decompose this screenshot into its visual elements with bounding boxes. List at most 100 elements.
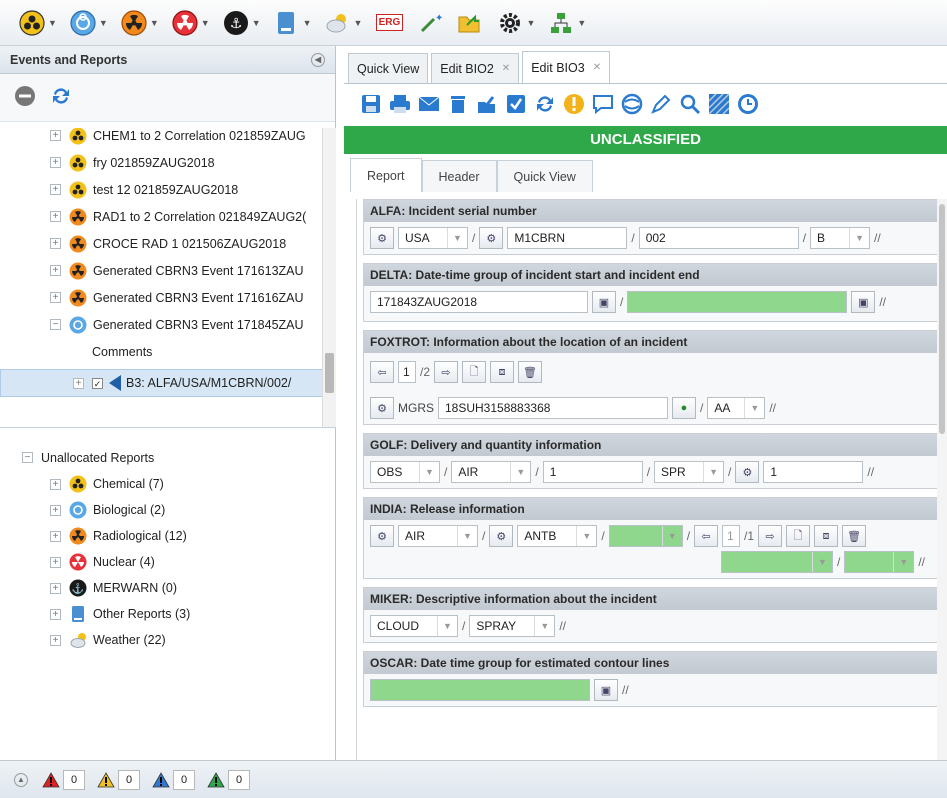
serial-input[interactable]: 002 bbox=[638, 227, 799, 249]
alert-counter[interactable]: 0 bbox=[152, 769, 195, 790]
event-row[interactable]: + CROCE RAD 1 021506ZAUG2018 bbox=[50, 230, 336, 257]
expand-toggle[interactable]: + bbox=[50, 556, 61, 568]
calendar-icon[interactable]: ▣ bbox=[592, 291, 616, 313]
expand-toggle[interactable]: + bbox=[50, 504, 61, 516]
alert-counter[interactable]: 0 bbox=[42, 769, 85, 790]
page-input[interactable]: 1 bbox=[398, 361, 416, 383]
link-button[interactable]: ⚙ bbox=[479, 227, 504, 249]
collapse-toggle[interactable]: − bbox=[22, 452, 33, 463]
kind-select[interactable]: SPRAY ▼ bbox=[469, 615, 556, 637]
delete-button[interactable]: 🗑 bbox=[518, 361, 543, 383]
delete-button[interactable]: 🗑 bbox=[842, 525, 867, 547]
tab-header[interactable]: Header bbox=[421, 160, 497, 192]
refresh-icon[interactable] bbox=[534, 93, 556, 115]
unallocated-category[interactable]: + Other Reports (3) bbox=[50, 601, 336, 627]
start-dtg-input[interactable]: 171843ZAUG2018 bbox=[370, 291, 588, 313]
refresh-icon[interactable] bbox=[50, 85, 72, 110]
tab-edit-bio2[interactable]: Edit BIO2 ✕ bbox=[431, 53, 520, 83]
page-input[interactable]: 1 bbox=[722, 525, 741, 547]
release-agent-select[interactable]: ▼ bbox=[608, 525, 683, 547]
warning-icon[interactable] bbox=[563, 93, 585, 115]
event-row[interactable]: + Generated CBRN3 Event 171613ZAU bbox=[50, 257, 336, 284]
print-icon[interactable] bbox=[389, 93, 411, 115]
unallocated-root[interactable]: − Unallocated Reports bbox=[0, 444, 336, 471]
network-menu-button[interactable]: ▼ bbox=[547, 9, 586, 37]
contour-dtg-input[interactable] bbox=[370, 679, 590, 701]
settings-menu-button[interactable]: ▼ bbox=[496, 9, 535, 37]
add-page-button[interactable]: 🗋 bbox=[786, 525, 811, 547]
calendar-icon[interactable]: ▣ bbox=[851, 291, 876, 313]
delivery-select[interactable]: AIR ▼ bbox=[451, 461, 532, 483]
number-input[interactable]: 1 bbox=[763, 461, 864, 483]
observation-select[interactable]: OBS ▼ bbox=[370, 461, 440, 483]
hatch-icon[interactable] bbox=[708, 93, 730, 115]
merwarn-menu-button[interactable]: ⚓ ▼ bbox=[222, 9, 261, 37]
expand-toggle[interactable]: + bbox=[50, 608, 61, 620]
release-height-select[interactable]: AIR ▼ bbox=[398, 525, 478, 547]
checkbox[interactable]: ✓ bbox=[92, 377, 103, 389]
save-icon[interactable] bbox=[360, 93, 382, 115]
letter-select[interactable]: B ▼ bbox=[810, 227, 871, 249]
unallocated-category[interactable]: + Weather (22) bbox=[50, 627, 336, 653]
location-input[interactable]: 18SUH3158883368 bbox=[438, 397, 668, 419]
form-scrollbar[interactable] bbox=[937, 199, 947, 760]
alert-counter[interactable]: 0 bbox=[207, 769, 250, 790]
comment-icon[interactable] bbox=[592, 93, 614, 115]
calendar-icon[interactable]: ▣ bbox=[594, 679, 618, 701]
unit-input[interactable]: M1CBRN bbox=[507, 227, 628, 249]
expand-toggle[interactable]: − bbox=[50, 319, 61, 330]
next-button[interactable]: ⇨ bbox=[758, 525, 783, 547]
folder-button[interactable] bbox=[456, 9, 484, 37]
biological-menu-button[interactable]: ▼ bbox=[69, 9, 108, 37]
erg-button[interactable]: ERG bbox=[374, 9, 404, 37]
unallocated-category[interactable]: + Nuclear (4) bbox=[50, 549, 336, 575]
expand-toggle[interactable]: + bbox=[50, 292, 61, 303]
event-row[interactable]: + fry 021859ZAUG2018 bbox=[50, 149, 336, 176]
release-detail-select[interactable]: ▼ bbox=[720, 551, 833, 573]
alert-counter[interactable]: 0 bbox=[97, 769, 140, 790]
expand-toggle[interactable]: + bbox=[50, 530, 61, 542]
insert-button[interactable]: ⧈ bbox=[814, 525, 839, 547]
previous-button[interactable]: ⇦ bbox=[694, 525, 719, 547]
expand-toggle[interactable]: + bbox=[50, 157, 61, 168]
expand-toggle[interactable]: + bbox=[50, 184, 61, 195]
collapse-panel-icon[interactable]: ◀ bbox=[311, 52, 325, 67]
expand-toggle[interactable]: + bbox=[73, 377, 84, 389]
close-icon[interactable]: ✕ bbox=[593, 62, 601, 73]
wand-button[interactable]: ✦ bbox=[416, 9, 444, 37]
link-button[interactable]: ⚙ bbox=[370, 227, 394, 249]
globe-icon[interactable] bbox=[621, 93, 643, 115]
nuclear-menu-button[interactable]: ▼ bbox=[171, 9, 210, 37]
unallocated-category[interactable]: + Radiological (12) bbox=[50, 523, 336, 549]
expand-toggle[interactable]: + bbox=[50, 211, 61, 222]
link-button[interactable]: ⚙ bbox=[370, 525, 394, 547]
release-type-select[interactable]: ANTB ▼ bbox=[517, 525, 598, 547]
unallocated-category[interactable]: + ⚓ MERWARN (0) bbox=[50, 575, 336, 601]
link-button[interactable]: ⚙ bbox=[489, 525, 514, 547]
event-row[interactable]: + CHEM1 to 2 Correlation 021859ZAUG bbox=[50, 128, 336, 149]
pen-icon[interactable] bbox=[650, 93, 672, 115]
zoom-icon[interactable] bbox=[679, 93, 701, 115]
event-row[interactable]: + RAD1 to 2 Correlation 021849ZAUG2( bbox=[50, 203, 336, 230]
selected-report-row[interactable]: + ✓ B3: ALFA/USA/M1CBRN/002/ bbox=[0, 369, 336, 397]
unallocated-category[interactable]: + Chemical (7) bbox=[50, 471, 336, 497]
weather-menu-button[interactable]: ▼ bbox=[324, 9, 362, 37]
tab-quick-view[interactable]: Quick View bbox=[348, 53, 429, 83]
quantity-input[interactable]: 1 bbox=[542, 461, 643, 483]
tab-quick-view[interactable]: Quick View bbox=[496, 160, 593, 192]
expand-toggle[interactable]: + bbox=[50, 265, 61, 276]
country-select[interactable]: USA ▼ bbox=[398, 227, 468, 249]
radiological-menu-button[interactable]: ▼ bbox=[120, 9, 159, 37]
expand-toggle[interactable]: + bbox=[50, 582, 61, 594]
remove-icon[interactable] bbox=[14, 85, 36, 110]
validate-icon[interactable] bbox=[505, 93, 527, 115]
comments-node[interactable]: Comments bbox=[0, 338, 336, 365]
other-reports-menu-button[interactable]: ▼ bbox=[273, 9, 312, 37]
link-button[interactable]: ⚙ bbox=[735, 461, 760, 483]
expand-status-icon[interactable]: ▲ bbox=[14, 772, 28, 787]
previous-button[interactable]: ⇦ bbox=[370, 361, 394, 383]
description-select[interactable]: CLOUD ▼ bbox=[370, 615, 458, 637]
scroll-thumb[interactable] bbox=[939, 204, 945, 434]
mail-icon[interactable] bbox=[418, 93, 440, 115]
export-icon[interactable] bbox=[476, 93, 498, 115]
